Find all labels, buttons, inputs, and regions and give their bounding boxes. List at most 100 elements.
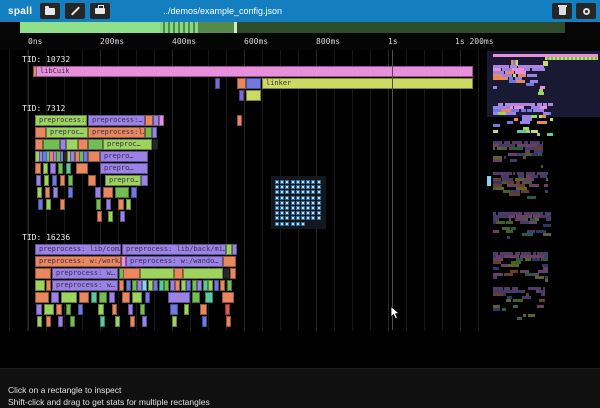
flame-bar[interactable] [43,139,60,150]
flame-bar[interactable]: linker [262,78,473,89]
flame-bar[interactable] [79,292,89,303]
flame-bar[interactable]: preprocess:… [35,115,87,126]
flame-bar[interactable] [66,304,71,315]
flame-bar[interactable] [98,304,104,315]
flame-bar[interactable] [186,280,191,291]
flame-bar[interactable] [53,187,58,198]
flame-bar[interactable] [232,244,237,255]
flame-bar[interactable] [246,90,261,101]
flame-bar[interactable]: preprocess: lib/com… [35,244,121,255]
flame-bar[interactable] [192,292,200,303]
flame-bar[interactable] [68,187,73,198]
flame-bar[interactable] [220,280,225,291]
flame-bar[interactable] [66,139,78,150]
flame-bar[interactable] [60,175,65,186]
flame-bar[interactable]: preprocess: w:/work… [35,256,121,267]
flame-bar[interactable] [184,304,189,315]
flame-bar[interactable] [132,292,142,303]
flame-bar[interactable] [35,292,49,303]
flame-bar[interactable] [60,199,65,210]
flame-bar[interactable] [35,163,41,174]
flame-bar[interactable] [205,292,213,303]
flame-bar[interactable] [106,199,111,210]
flame-bar[interactable] [68,175,73,186]
flame-bar[interactable] [223,268,230,279]
flame-bar[interactable] [246,78,261,89]
flame-bar[interactable] [35,280,45,291]
flame-bar[interactable] [61,292,77,303]
flame-bar[interactable] [237,78,246,89]
flame-bar[interactable] [172,316,177,327]
flame-bar[interactable] [78,139,88,150]
flame-bar[interactable] [115,187,129,198]
flame-bar[interactable] [126,280,131,291]
flame-bar[interactable] [37,187,42,198]
flame-bar[interactable] [100,316,105,327]
flame-bar[interactable] [38,199,43,210]
flame-bar[interactable] [152,139,158,150]
flame-bar[interactable] [58,163,63,174]
flame-bar[interactable] [52,175,57,186]
flame-bar[interactable] [128,304,133,315]
flame-bar[interactable] [115,316,120,327]
flame-bar[interactable] [183,268,223,279]
flame-bar[interactable] [88,139,103,150]
flame-bar[interactable] [78,304,83,315]
flame-bar[interactable] [103,187,113,198]
flame-bar[interactable] [227,280,232,291]
flame-bar[interactable] [88,175,96,186]
flame-bar[interactable]: preprocess:l… [88,127,145,138]
flame-bar[interactable]: prepro… [100,151,148,162]
flame-bar[interactable] [222,292,234,303]
flame-bar[interactable] [226,316,231,327]
flame-bar[interactable] [145,127,152,138]
flame-bar[interactable]: preprocess: w:/wando… [126,256,223,267]
flame-graph[interactable]: TID: 10732libCuiklinkerTID: 7312preproce… [0,0,600,368]
flame-bar[interactable] [46,316,51,327]
flame-bar[interactable] [45,187,50,198]
flame-bar[interactable] [140,268,174,279]
flame-bar[interactable]: preprocess:… [88,115,145,126]
flame-bar[interactable] [164,280,169,291]
flame-bar[interactable] [168,292,190,303]
flame-bar[interactable] [99,292,107,303]
flame-bar[interactable] [36,175,41,186]
flame-bar[interactable] [230,268,236,279]
flame-bar[interactable] [170,304,178,315]
flame-bar[interactable] [118,199,124,210]
flame-bar[interactable] [208,280,213,291]
flame-bar[interactable] [159,115,164,126]
flame-bar[interactable] [131,187,137,198]
flame-bar[interactable] [43,163,48,174]
flame-bar[interactable] [50,163,56,174]
flame-bar[interactable] [145,115,153,126]
flame-bar[interactable] [44,175,49,186]
flame-bar[interactable]: preprocess: w… [52,268,118,279]
flame-bar[interactable] [119,280,124,291]
flame-bar[interactable]: preproc… [103,139,152,150]
flame-bar[interactable]: preproc… [46,127,88,138]
flame-bar[interactable] [120,211,125,222]
flame-bar[interactable] [88,151,100,162]
flame-bar[interactable] [142,316,147,327]
flame-bar[interactable] [37,316,42,327]
flame-bar[interactable] [225,304,230,315]
flame-bar[interactable] [36,304,42,315]
flame-bar[interactable] [200,304,207,315]
flame-bar[interactable] [153,280,158,291]
flame-bar[interactable] [66,163,71,174]
flame-bar[interactable] [46,280,51,291]
flame-bar[interactable]: preprocess: w… [52,280,118,291]
flame-bar[interactable]: prepro… [100,163,148,174]
flame-bar[interactable] [58,316,63,327]
flame-bar[interactable]: prepro… [105,175,141,186]
flame-bar[interactable] [56,304,62,315]
flame-bar[interactable] [141,175,148,186]
flame-bar[interactable] [142,280,147,291]
flame-bar[interactable] [109,292,115,303]
flame-bar[interactable] [214,280,219,291]
flame-bar[interactable] [145,292,150,303]
flame-bar[interactable] [152,127,157,138]
flame-bar[interactable] [174,268,183,279]
flame-bar[interactable] [108,211,113,222]
